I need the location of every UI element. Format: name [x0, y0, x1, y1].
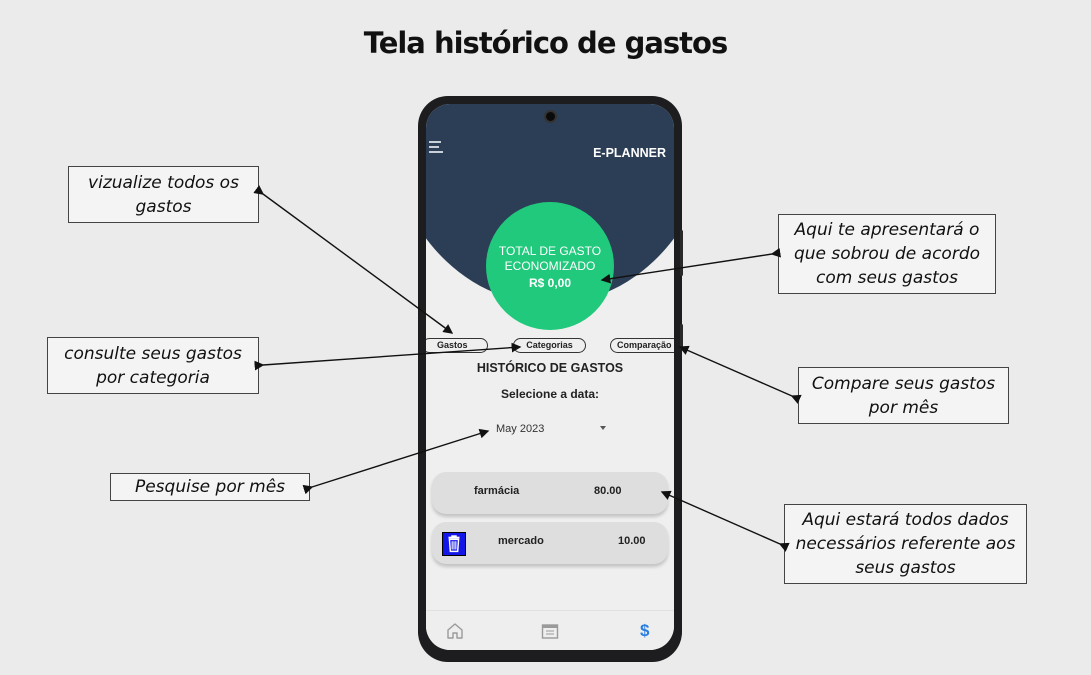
month-select[interactable]: May 2023	[496, 423, 606, 441]
chevron-down-icon	[600, 426, 606, 430]
callout-view-all-text: vizualize todos os gastos	[88, 172, 239, 217]
home-icon[interactable]	[445, 621, 465, 641]
volume-button	[680, 230, 683, 276]
callout-by-category-text: consulte seus gastos por categoria	[64, 343, 242, 388]
callout-compare-text: Compare seus gastos por mês	[811, 373, 996, 418]
page-title: Tela histórico de gastos	[363, 26, 728, 60]
app-screen: E-PLANNER TOTAL DE GASTO ECONOMIZADO R$ …	[426, 104, 674, 650]
callout-by-category: consulte seus gastos por categoria	[47, 337, 259, 394]
month-select-value: May 2023	[496, 423, 545, 435]
menu-icon[interactable]	[429, 141, 443, 156]
calendar-icon[interactable]	[540, 621, 560, 641]
callout-by-month-text: Pesquise por mês	[134, 477, 286, 497]
callout-by-month: Pesquise por mês	[110, 473, 310, 501]
dollar-icon[interactable]: $	[640, 621, 660, 641]
total-saved-card: TOTAL DE GASTO ECONOMIZADO R$ 0,00	[486, 202, 614, 330]
total-value: R$ 0,00	[528, 276, 572, 290]
date-label: Selecione a data:	[500, 387, 600, 401]
callout-leftover: Aqui te apresentará o que sobrou de acor…	[778, 214, 996, 294]
history-title: HISTÓRICO DE GASTOS	[476, 361, 624, 375]
tab-gastos[interactable]: Gastos	[426, 338, 488, 353]
callout-view-all: vizualize todos os gastos	[68, 166, 259, 223]
bottom-nav: $	[426, 610, 674, 650]
phone-frame: E-PLANNER TOTAL DE GASTO ECONOMIZADO R$ …	[418, 96, 683, 662]
expense-amount: 80.00	[594, 485, 622, 497]
power-button	[680, 324, 683, 350]
expense-name: farmácia	[474, 485, 520, 497]
callout-all-data-text: Aqui estará todos dados necessários refe…	[795, 510, 1016, 578]
callout-all-data: Aqui estará todos dados necessários refe…	[784, 504, 1027, 584]
callout-leftover-text: Aqui te apresentará o que sobrou de acor…	[793, 220, 981, 288]
expense-item[interactable]: farmácia 80.00	[432, 472, 668, 514]
arrow-compare	[678, 345, 802, 404]
total-label-line2: ECONOMIZADO	[504, 259, 596, 273]
tab-comparacao[interactable]: Comparação	[610, 338, 674, 353]
callout-compare: Compare seus gastos por mês	[798, 367, 1009, 424]
expense-name: mercado	[498, 535, 544, 547]
trash-icon[interactable]	[442, 532, 466, 556]
camera	[544, 110, 557, 123]
tab-categorias[interactable]: Categorias	[513, 338, 586, 353]
app-title: E-PLANNER	[593, 146, 666, 160]
expense-item[interactable]: mercado 10.00	[432, 522, 668, 564]
expense-amount: 10.00	[618, 535, 646, 547]
total-label-line1: TOTAL DE GASTO	[498, 244, 602, 258]
